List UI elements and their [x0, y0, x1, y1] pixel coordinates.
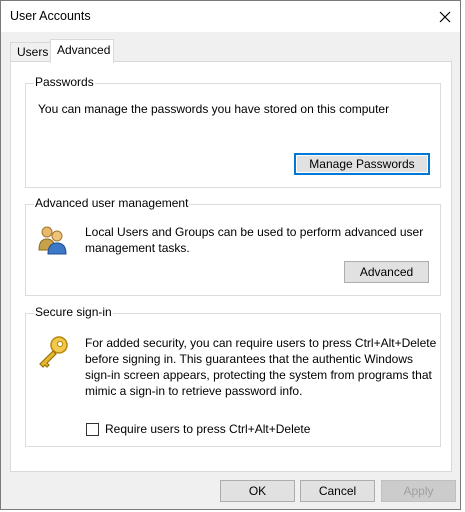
user-accounts-dialog: User Accounts Users Advanced Passwords Y…: [0, 0, 461, 510]
require-ctrl-alt-delete-label[interactable]: Require users to press Ctrl+Alt+Delete: [105, 421, 310, 437]
ok-button-label: OK: [248, 484, 267, 498]
advanced-tab-panel: Passwords You can manage the passwords y…: [10, 61, 452, 472]
manage-passwords-button-label: Manage Passwords: [309, 157, 415, 171]
advanced-user-management-description: Local Users and Groups can be used to pe…: [85, 225, 424, 255]
ok-button[interactable]: OK: [220, 480, 295, 502]
secure-sign-in-description: For added security, you can require user…: [85, 336, 437, 398]
close-icon: [439, 11, 451, 22]
title-bar: User Accounts: [1, 1, 460, 32]
apply-button[interactable]: Apply: [381, 480, 456, 502]
advanced-user-management-group-label: Advanced user management: [34, 196, 190, 210]
tab-users[interactable]: Users: [10, 42, 51, 61]
users-group-icon: [38, 226, 67, 255]
require-ctrl-alt-delete-checkbox[interactable]: [86, 423, 99, 436]
passwords-group: Passwords You can manage the passwords y…: [25, 75, 441, 188]
window-title: User Accounts: [10, 9, 91, 23]
advanced-user-management-group: Advanced user management Local Users and…: [25, 196, 441, 296]
advanced-button[interactable]: Advanced: [344, 261, 429, 283]
secure-sign-in-group-label: Secure sign-in: [34, 305, 113, 319]
advanced-button-label: Advanced: [359, 265, 414, 279]
cancel-button-label: Cancel: [318, 484, 357, 498]
passwords-description: You can manage the passwords you have st…: [38, 102, 390, 116]
secure-sign-in-group: Secure sign-in For added security, you c…: [25, 305, 441, 447]
manage-passwords-button[interactable]: Manage Passwords: [294, 153, 430, 175]
key-icon: [39, 336, 68, 368]
tab-advanced[interactable]: Advanced: [50, 39, 114, 63]
close-button[interactable]: [430, 1, 460, 32]
cancel-button[interactable]: Cancel: [300, 480, 375, 502]
passwords-group-label: Passwords: [34, 75, 95, 89]
apply-button-label: Apply: [403, 484, 434, 498]
